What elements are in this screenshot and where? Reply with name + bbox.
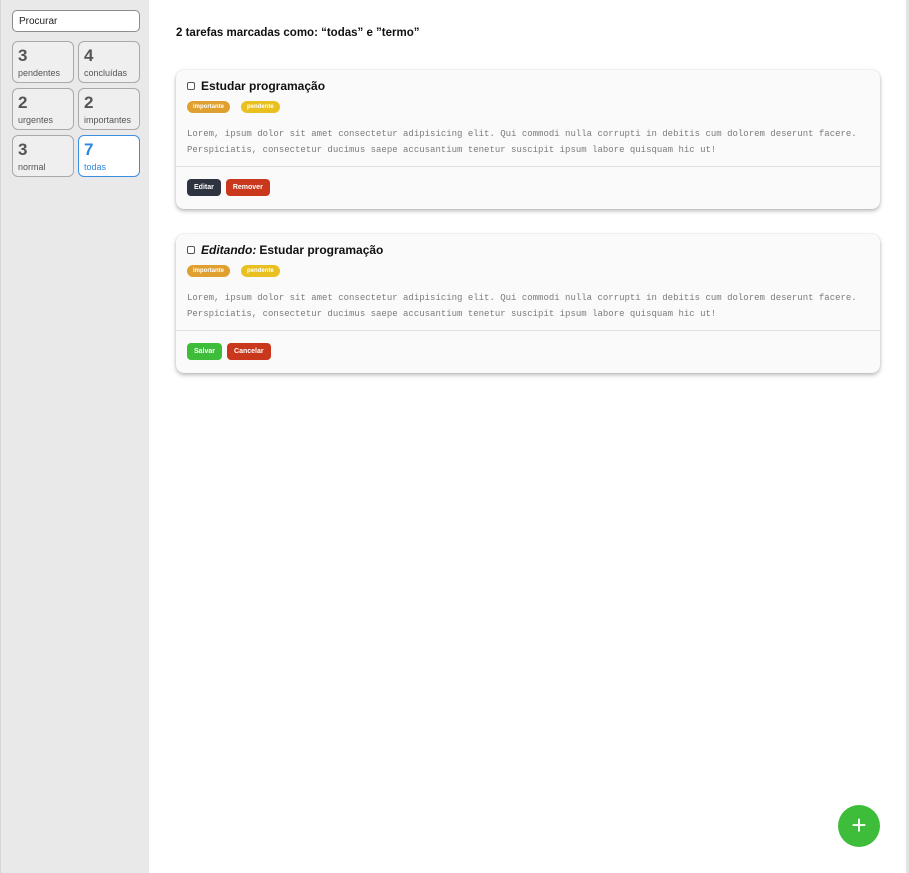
task-title-text: Estudar programação (201, 79, 326, 93)
plus-icon: + (851, 810, 867, 840)
cancel-button[interactable]: Cancelar (227, 343, 271, 360)
task-checkbox[interactable] (187, 246, 195, 254)
remove-button[interactable]: Remover (225, 179, 270, 196)
task-actions: Salvar Cancelar (187, 343, 276, 360)
tile-count: 3 (18, 46, 28, 65)
add-task-button[interactable]: + (838, 805, 880, 847)
filter-tile-normal[interactable]: 3 normal (12, 135, 74, 177)
task-badges: importante pendente (187, 265, 291, 277)
tile-label: importantes (84, 115, 132, 125)
filter-tile-todas[interactable]: 7 todas (78, 135, 140, 177)
task-actions: Editar Remover (187, 179, 275, 196)
tile-count: 3 (18, 140, 28, 159)
tile-label: todas (84, 162, 107, 172)
task-header: Estudar programação (187, 79, 325, 93)
task-title-text: Estudar programação (259, 243, 384, 257)
tile-count: 7 (84, 140, 94, 159)
sidebar: 3 pendentes 4 concluídas 2 urgentes 2 im… (0, 0, 149, 873)
filter-tile-urgentes[interactable]: 2 urgentes (12, 88, 74, 130)
filter-tile-pendentes[interactable]: 3 pendentes (12, 41, 74, 83)
task-description: Lorem, ipsum dolor sit amet consectetur … (187, 293, 857, 319)
task-title: Editando: Estudar programação (201, 243, 383, 257)
badge-pendente: pendente (241, 265, 280, 277)
tile-count: 2 (18, 93, 28, 112)
search-input[interactable] (12, 10, 140, 32)
task-checkbox[interactable] (187, 82, 195, 90)
tile-count: 2 (84, 93, 94, 112)
tile-label: pendentes (18, 68, 61, 78)
task-card-editing: Editando: Estudar programação importante … (176, 234, 880, 373)
task-title: Estudar programação (201, 79, 325, 93)
badge-importante: importante (187, 101, 231, 113)
edit-button[interactable]: Editar (187, 179, 221, 196)
page-title: 2 tarefas marcadas como: “todas” e ”term… (176, 27, 420, 39)
task-description: Lorem, ipsum dolor sit amet consectetur … (187, 129, 857, 155)
save-button[interactable]: Salvar (187, 343, 223, 360)
tile-count: 4 (84, 46, 94, 65)
badge-importante: importante (187, 265, 231, 277)
card-divider (176, 330, 880, 331)
task-card: Estudar programação importante pendente … (176, 70, 880, 209)
filter-tile-importantes[interactable]: 2 importantes (78, 88, 140, 130)
card-divider (176, 166, 880, 167)
task-badges: importante pendente (187, 101, 291, 113)
editing-label: Editando: (201, 243, 257, 257)
tile-label: normal (18, 162, 46, 172)
task-header: Editando: Estudar programação (187, 243, 383, 257)
tile-label: concluídas (84, 68, 128, 78)
tile-label: urgentes (18, 115, 54, 125)
badge-pendente: pendente (241, 101, 280, 113)
filter-tile-concluidas[interactable]: 4 concluídas (78, 41, 140, 83)
